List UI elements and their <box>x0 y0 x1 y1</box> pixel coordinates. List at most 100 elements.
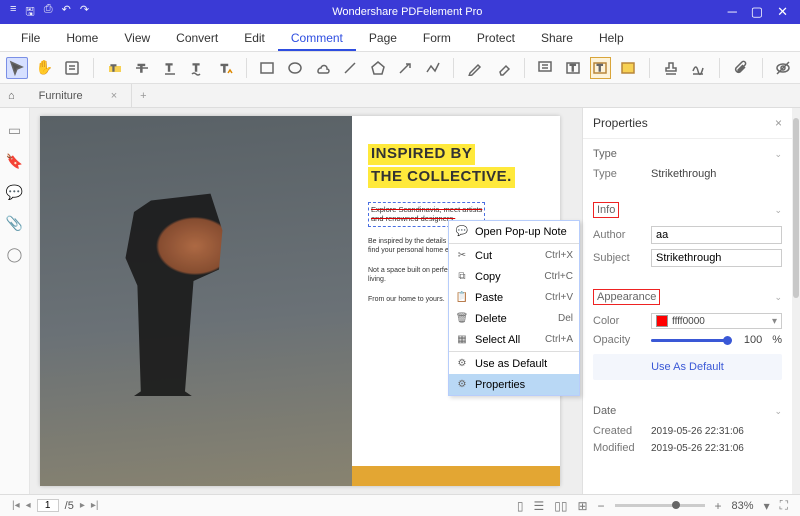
ctx-select-all[interactable]: ▦Select AllCtrl+A <box>449 329 579 350</box>
zoom-dropdown-icon[interactable]: ▾ <box>764 499 770 513</box>
menu-share[interactable]: Share <box>528 31 586 45</box>
stamp-tool[interactable] <box>660 57 682 79</box>
menu-protect[interactable]: Protect <box>464 31 528 45</box>
author-input[interactable] <box>651 226 782 244</box>
textbox-tool[interactable]: T <box>562 57 584 79</box>
menu-edit[interactable]: Edit <box>231 31 278 45</box>
opacity-slider[interactable] <box>651 339 728 342</box>
note-tool[interactable] <box>61 57 83 79</box>
comments-icon[interactable]: 💬 <box>6 184 23 201</box>
menu-help[interactable]: Help <box>586 31 637 45</box>
zoom-slider[interactable] <box>615 504 705 507</box>
two-page-continuous-icon[interactable]: ⊞ <box>577 499 587 513</box>
modified-label: Modified <box>593 442 641 454</box>
highlight-tool[interactable]: T <box>104 57 126 79</box>
prev-page-button[interactable]: ◂ <box>26 500 31 511</box>
menu-view[interactable]: View <box>111 31 163 45</box>
color-picker[interactable]: ffff0000 ▾ <box>651 313 782 329</box>
rectangle-tool[interactable] <box>257 57 279 79</box>
select-tool[interactable] <box>6 57 28 79</box>
eraser-tool[interactable] <box>492 57 514 79</box>
date-section-header[interactable]: Date⌄ <box>593 402 782 420</box>
squiggly-tool[interactable]: T <box>186 57 208 79</box>
ctx-paste[interactable]: 📋PasteCtrl+V <box>449 287 579 308</box>
first-page-button[interactable]: |◂ <box>12 500 20 511</box>
ctx-cut[interactable]: ✂CutCtrl+X <box>449 245 579 266</box>
page-footer-strip <box>352 466 560 486</box>
home-icon[interactable]: ⌂ <box>8 90 15 102</box>
polygon-tool[interactable] <box>367 57 389 79</box>
menu-home[interactable]: Home <box>53 31 111 45</box>
fullscreen-icon[interactable]: ⛶ <box>780 498 788 513</box>
subject-input[interactable] <box>651 249 782 267</box>
last-page-button[interactable]: ▸| <box>91 500 99 511</box>
attachments-icon[interactable]: 📎 <box>6 215 23 232</box>
pencil-tool[interactable] <box>464 57 486 79</box>
comment-toolbar: ✋ T T T T T T T <box>0 52 800 84</box>
menu-form[interactable]: Form <box>410 31 464 45</box>
next-page-button[interactable]: ▸ <box>80 500 85 511</box>
page-number-input[interactable] <box>37 499 59 512</box>
ctx-delete[interactable]: 🗑DeleteDel <box>449 308 579 329</box>
menu-comment[interactable]: Comment <box>278 31 356 51</box>
tab-close-icon[interactable]: × <box>111 90 117 102</box>
hand-tool[interactable]: ✋ <box>34 57 56 79</box>
ctx-properties[interactable]: ⚙Properties <box>449 374 579 395</box>
continuous-view-icon[interactable]: ☰ <box>533 499 544 513</box>
typewriter-tool[interactable]: T <box>590 57 612 79</box>
close-button[interactable]: ✕ <box>777 4 788 20</box>
properties-close-icon[interactable]: × <box>775 116 782 130</box>
search-icon[interactable]: ◯ <box>7 246 23 263</box>
ctx-copy[interactable]: ⧉CopyCtrl+C <box>449 266 579 287</box>
hide-annotations-tool[interactable] <box>772 57 794 79</box>
print-icon[interactable]: ⎙ <box>44 3 53 22</box>
caret-tool[interactable]: T <box>214 57 236 79</box>
line-tool[interactable] <box>339 57 361 79</box>
redo-icon[interactable]: ↷ <box>80 3 89 22</box>
tab-label: Furniture <box>39 90 83 102</box>
properties-scrollbar[interactable] <box>792 108 800 494</box>
document-tab[interactable]: Furniture × <box>25 84 132 107</box>
app-menu-icon[interactable]: ≡ <box>10 3 16 22</box>
page-total: /5 <box>65 500 74 512</box>
zoom-out-button[interactable]: − <box>598 499 605 513</box>
menu-page[interactable]: Page <box>356 31 410 45</box>
oval-tool[interactable] <box>284 57 306 79</box>
menu-file[interactable]: File <box>8 31 53 45</box>
use-as-default-button[interactable]: Use As Default <box>593 354 782 380</box>
info-section-header[interactable]: Info⌄ <box>593 199 782 221</box>
undo-icon[interactable]: ↶ <box>62 3 71 22</box>
ctx-use-default[interactable]: ⚙Use as Default <box>449 353 579 374</box>
left-sidebar: ▭ 🔖 💬 📎 ◯ <box>0 108 30 494</box>
thumbnails-icon[interactable]: ▭ <box>8 122 21 139</box>
minimize-button[interactable]: ─ <box>728 4 737 20</box>
polyline-tool[interactable] <box>422 57 444 79</box>
underline-tool[interactable]: T <box>159 57 181 79</box>
type-value: Strikethrough <box>651 168 782 180</box>
bookmarks-icon[interactable]: 🔖 <box>6 153 23 170</box>
zoom-in-button[interactable]: + <box>715 499 722 513</box>
maximize-button[interactable]: ▢ <box>751 4 763 20</box>
svg-text:T: T <box>570 63 576 73</box>
new-tab-button[interactable]: + <box>140 90 146 102</box>
menu-convert[interactable]: Convert <box>163 31 231 45</box>
svg-text:T: T <box>166 63 172 74</box>
page-navigator: |◂ ◂ /5 ▸ ▸| <box>12 499 99 512</box>
svg-text:T: T <box>221 63 228 75</box>
two-page-view-icon[interactable]: ▯▯ <box>554 499 567 513</box>
cloud-tool[interactable] <box>312 57 334 79</box>
area-highlight-tool[interactable] <box>617 57 639 79</box>
opacity-label: Opacity <box>593 334 641 346</box>
appearance-section-header[interactable]: Appearance⌄ <box>593 286 782 308</box>
type-section-header[interactable]: Type⌄ <box>593 145 782 163</box>
signature-tool[interactable] <box>687 57 709 79</box>
color-swatch <box>656 315 668 327</box>
save-icon[interactable]: 🖫 <box>25 3 34 22</box>
single-page-view-icon[interactable]: ▯ <box>517 499 524 513</box>
arrow-tool[interactable] <box>394 57 416 79</box>
attachment-tool[interactable] <box>730 57 752 79</box>
text-callout-tool[interactable] <box>535 57 557 79</box>
ctx-open-popup[interactable]: 💬Open Pop-up Note <box>449 221 579 242</box>
type-label: Type <box>593 168 641 180</box>
strikethrough-tool[interactable]: T <box>131 57 153 79</box>
